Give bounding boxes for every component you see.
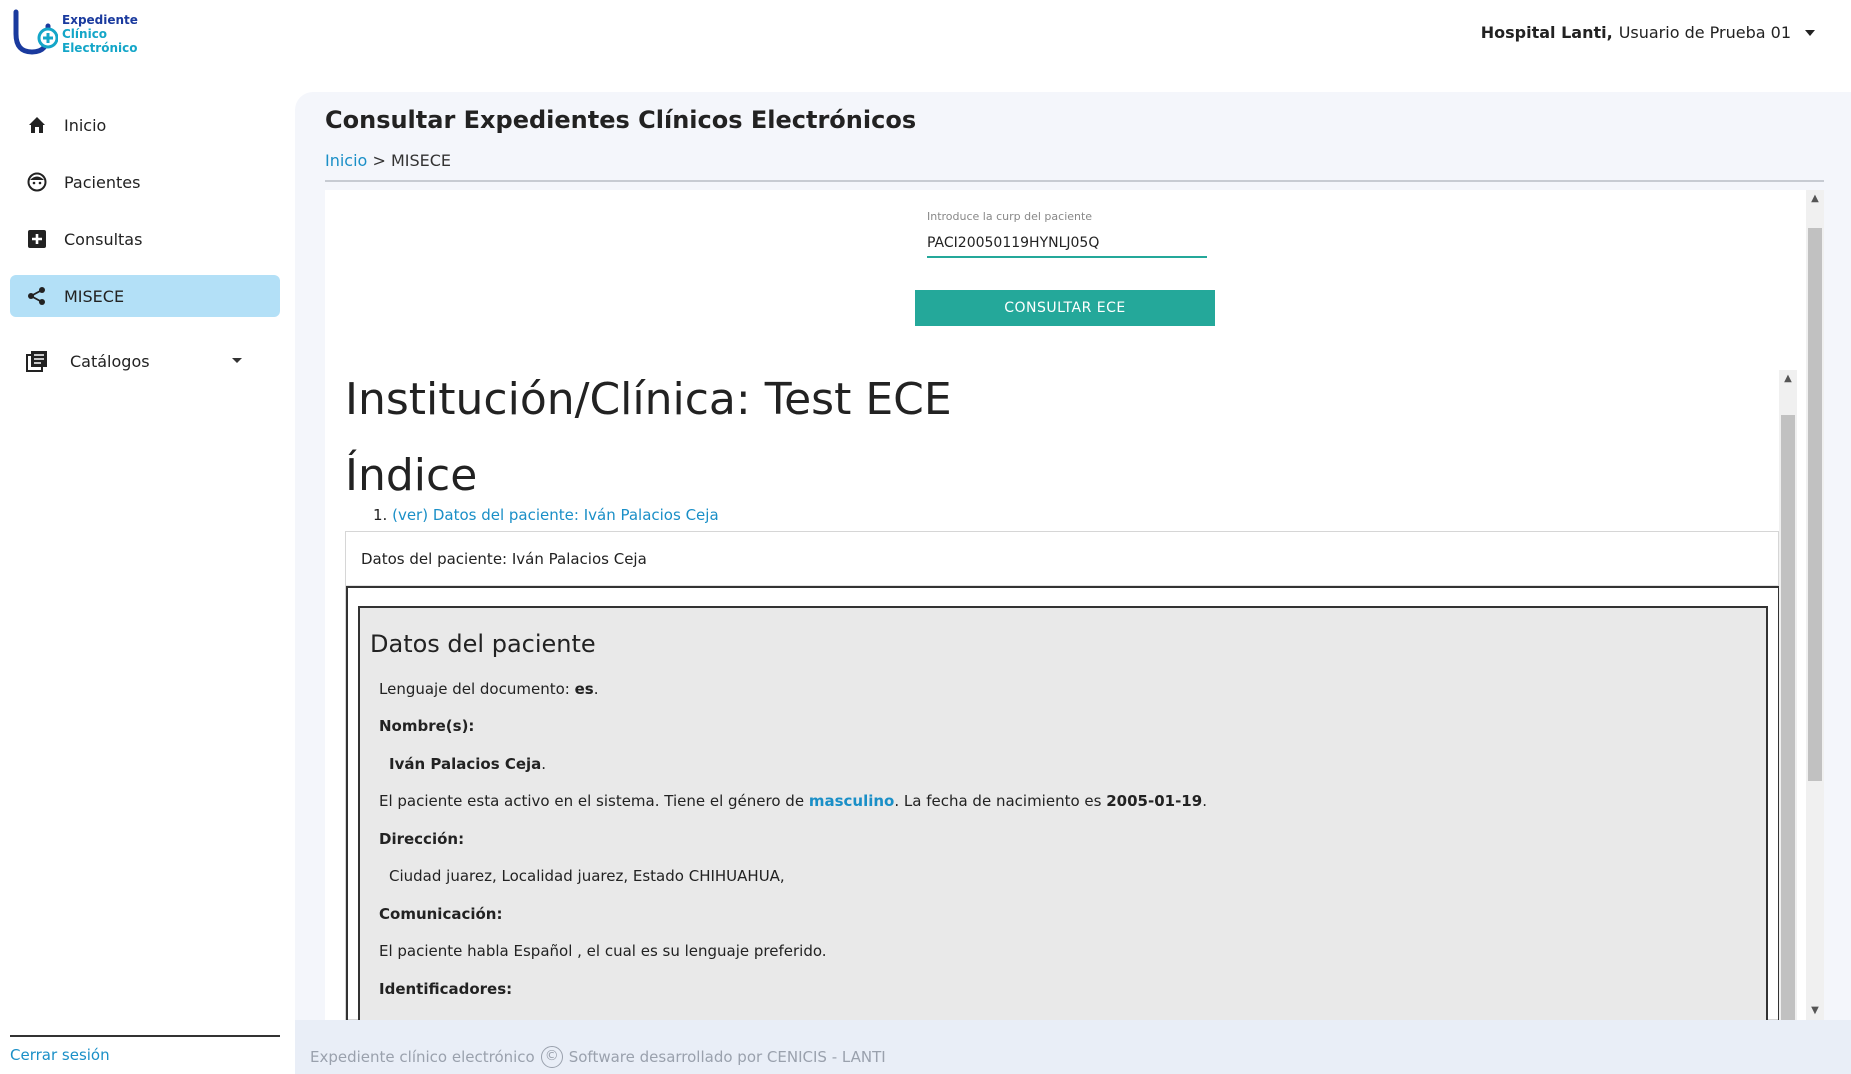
identifiers-label-row: Identificadores: [379,980,512,998]
library-books-icon [26,350,48,372]
breadcrumb-home-link[interactable]: Inicio [325,151,367,170]
footer-right-text: Software desarrollado por CENICIS - LANT… [568,1048,886,1066]
index-title: Índice [345,450,478,501]
chevron-down-icon[interactable] [1805,29,1815,36]
sidebar-item-label: Pacientes [64,172,141,192]
user-menu[interactable]: Hospital Lanti, Usuario de Prueba 01 [1481,23,1815,42]
section-header[interactable]: Datos del paciente: Iván Palacios Ceja [346,532,1778,586]
sidebar-item-pacientes[interactable]: Pacientes [10,161,280,203]
gender-value: masculino [808,792,895,810]
medical-plus-icon [26,228,48,250]
status-text-2: . La fecha de nacimiento es [894,792,1102,810]
consult-ece-button[interactable]: CONSULTAR ECE [915,290,1215,326]
patient-section-card: Datos del paciente: Iván Palacios Ceja D… [345,531,1780,1020]
communication-value: El paciente habla Español , el cual es s… [379,942,827,960]
sidebar-item-label: Consultas [64,229,143,249]
footer-text: Expediente clínico electrónico © Softwar… [310,1046,886,1068]
address-label-row: Dirección: [379,830,464,848]
curp-input[interactable] [927,230,1207,258]
copyright-icon: © [540,1046,563,1068]
curp-label: Introduce la curp del paciente [927,210,1093,223]
language-row: Lenguaje del documento: es. [379,680,599,698]
sidebar-item-label: Inicio [64,115,107,135]
logout-link[interactable]: Cerrar sesión [10,1046,110,1064]
footer: Expediente clínico electrónico © Softwar… [295,1020,1851,1074]
patient-face-icon [26,171,48,193]
footer-left-text: Expediente clínico electrónico [310,1048,535,1066]
index-item-number: 1. [373,506,388,524]
address-value: Ciudad juarez, Localidad juarez, Estado … [389,867,785,885]
caret-down-icon [232,358,242,363]
index-item-link[interactable]: (ver) Datos del paciente: Iván Palacios … [392,506,719,524]
scroll-up-arrow-icon[interactable]: ▲ [1782,373,1794,385]
content-scrollbar-thumb[interactable] [1808,228,1822,781]
scroll-down-arrow-icon[interactable]: ▼ [1809,1005,1821,1017]
hospital-name: Hospital Lanti, [1480,23,1613,42]
birthdate-value: 2005-01-19 [1106,792,1203,810]
stethoscope-logo-icon [13,9,58,55]
logo-line-2: Clínico [62,27,108,41]
sidebar-item-catalogos[interactable]: Catálogos [10,340,280,382]
document-scrollbar-thumb[interactable] [1781,415,1795,1020]
communication-label: Comunicación: [379,905,503,923]
index-list: 1. (ver) Datos del paciente: Iván Palaci… [373,506,719,524]
home-icon [26,114,48,136]
section-body: Datos del paciente Lenguaje del document… [346,586,1780,1020]
address-value-row: Ciudad juarez, Localidad juarez, Estado … [389,867,785,885]
sidebar-item-inicio[interactable]: Inicio [10,104,280,146]
logo-line-1: Expediente [62,13,138,27]
names-label-row: Nombre(s): [379,717,474,735]
logo-text: Expediente Clínico Electrónico [62,13,138,55]
main-panel: Consultar Expedientes Clínicos Electróni… [295,92,1851,1074]
communication-label-row: Comunicación: [379,905,502,923]
patient-data-title: Datos del paciente [370,630,596,658]
communication-value-row: El paciente habla Español , el cual es s… [379,942,827,960]
sidebar-item-consultas[interactable]: Consultas [10,218,280,260]
language-value: es [574,680,594,698]
language-label: Lenguaje del documento: [379,680,570,698]
sidebar-nav: Inicio Pacientes Consultas MISECE Catálo… [10,104,280,397]
status-row: El paciente esta activo en el sistema. T… [379,792,1207,810]
identifiers-label: Identificadores: [379,980,513,998]
content-scrollbar[interactable]: ▲ ▼ [1806,190,1824,1020]
institution-title: Institución/Clínica: Test ECE [345,374,952,425]
names-value-row: Iván Palacios Ceja. [389,755,547,773]
page-title: Consultar Expedientes Clínicos Electróni… [325,106,917,134]
breadcrumb-separator: > [372,151,386,170]
names-value: Iván Palacios Ceja [389,755,542,773]
user-name: Usuario de Prueba 01 [1618,23,1791,42]
title-divider [325,180,1824,182]
names-label: Nombre(s): [379,717,475,735]
status-text-1: El paciente esta activo en el sistema. T… [379,792,805,810]
breadcrumb: Inicio > MISECE [325,151,451,170]
address-label: Dirección: [379,830,465,848]
sidebar-divider [10,1035,280,1037]
sidebar-item-misece[interactable]: MISECE [10,275,280,317]
app-logo[interactable]: Expediente Clínico Electrónico [10,8,170,60]
content-area: Introduce la curp del paciente CONSULTAR… [325,190,1824,1020]
scroll-up-arrow-icon[interactable]: ▲ [1809,193,1821,205]
share-icon [26,285,48,307]
document-scrollbar[interactable]: ▲ [1779,370,1797,1020]
document-viewer: Institución/Clínica: Test ECE Índice 1. … [325,370,1805,1020]
logo-line-3: Electrónico [62,41,138,55]
sidebar-item-label: MISECE [64,286,125,306]
breadcrumb-current: MISECE [390,151,452,170]
sidebar-item-label: Catálogos [70,351,150,371]
patient-data-box: Datos del paciente Lenguaje del document… [358,606,1768,1020]
